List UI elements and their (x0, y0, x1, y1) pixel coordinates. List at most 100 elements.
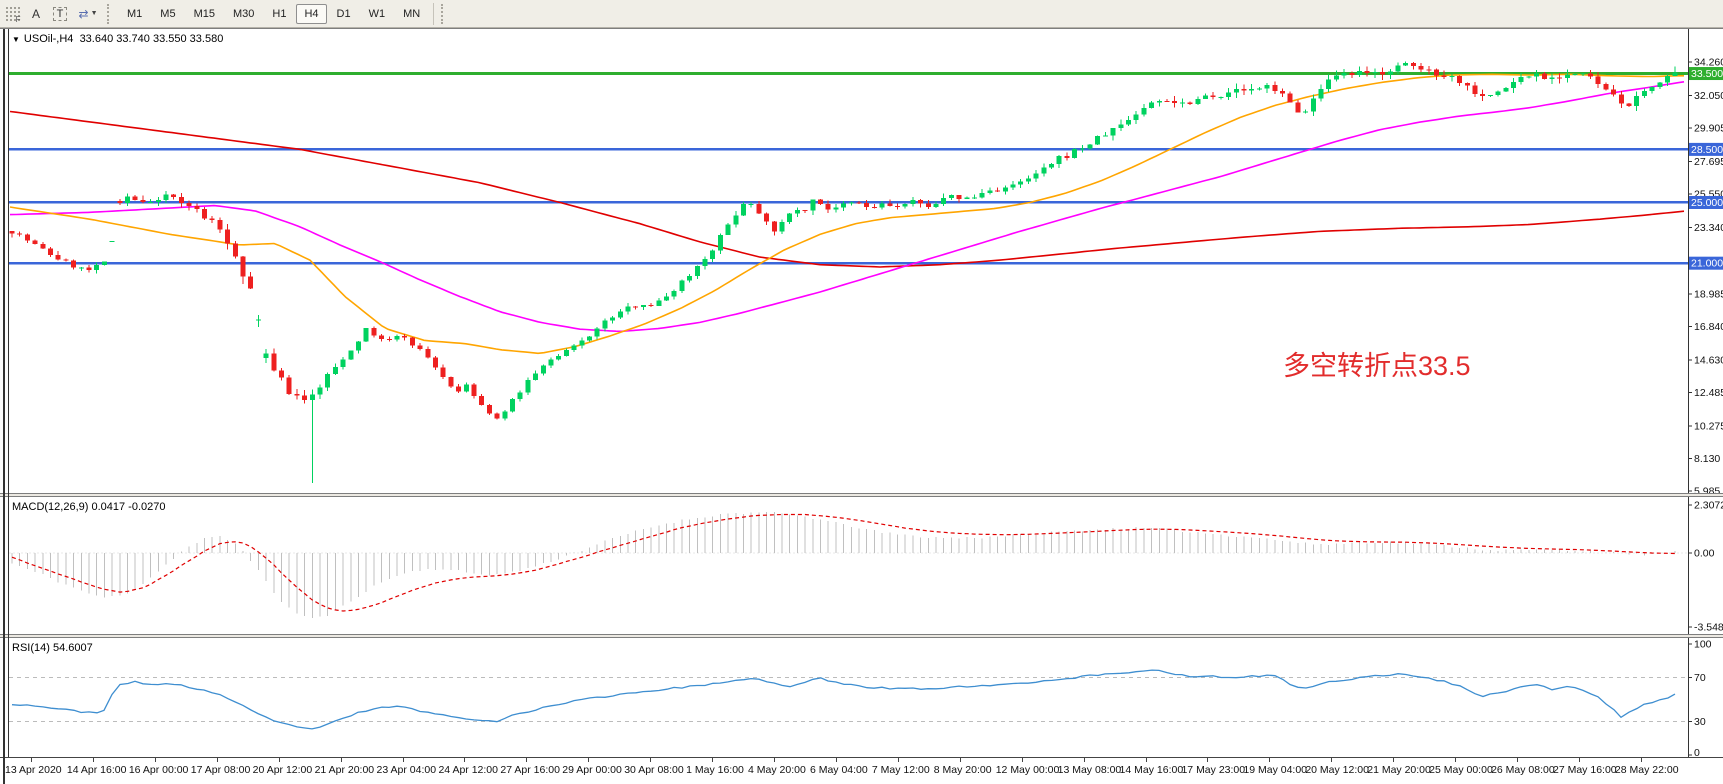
svg-text:18.985: 18.985 (1694, 288, 1723, 300)
time-axis-label: 6 May 04:00 (810, 764, 868, 776)
time-axis-label: 25 May 00:00 (1429, 764, 1493, 776)
time-axis-tick (1331, 758, 1332, 762)
svg-text:16.840: 16.840 (1694, 321, 1723, 333)
time-axis-label: 28 May 22:00 (1615, 764, 1679, 776)
timeframe-button-m15[interactable]: M15 (186, 4, 223, 24)
time-axis-tick (1455, 758, 1456, 762)
timeframe-button-d1[interactable]: D1 (329, 4, 359, 24)
time-axis[interactable]: 13 Apr 202014 Apr 16:0016 Apr 00:0017 Ap… (0, 757, 1723, 784)
time-axis-tick (1269, 758, 1270, 762)
time-axis-label: 13 Apr 2020 (5, 764, 62, 776)
time-axis-tick (712, 758, 713, 762)
timeframe-button-h1[interactable]: H1 (264, 4, 294, 24)
time-axis-label: 17 May 23:00 (1181, 764, 1245, 776)
time-axis-tick (217, 758, 218, 762)
svg-text:0: 0 (1694, 747, 1700, 757)
chart-symbol-header[interactable]: ▼ USOil-,H4 33.640 33.740 33.550 33.580 (12, 33, 223, 45)
svg-text:25.000: 25.000 (1691, 197, 1723, 209)
time-axis-tick (1146, 758, 1147, 762)
time-axis-tick (650, 758, 651, 762)
time-axis-tick (403, 758, 404, 762)
time-axis-label: 24 Apr 12:00 (438, 764, 498, 776)
font-tool-button[interactable]: A (25, 3, 47, 25)
timeframe-button-w1[interactable]: W1 (361, 4, 394, 24)
chevron-down-icon[interactable]: ▼ (91, 10, 98, 17)
rsi-label: RSI(14) 54.6007 (12, 642, 93, 654)
svg-text:23.340: 23.340 (1694, 222, 1723, 234)
time-axis-tick (464, 758, 465, 762)
toolbar: F A T ⇄ ▼ M1M5M15M30H1H4D1W1MN (0, 0, 1723, 28)
svg-text:28.500: 28.500 (1691, 144, 1723, 156)
time-axis-tick (93, 758, 94, 762)
ohlc-values: 33.640 33.740 33.550 33.580 (80, 33, 224, 45)
plot-left-border (8, 29, 9, 757)
timeframe-button-m30[interactable]: M30 (225, 4, 262, 24)
time-axis-tick (1207, 758, 1208, 762)
symbol-period-label: USOil-,H4 (24, 33, 74, 45)
price-chart-panel[interactable]: 34.26032.05029.90527.69525.55023.34018.9… (0, 29, 1723, 493)
time-axis-label: 26 May 08:00 (1491, 764, 1555, 776)
time-axis-label: 21 May 20:00 (1367, 764, 1431, 776)
chevron-down-icon[interactable]: ▼ (12, 35, 20, 44)
time-axis-label: 30 Apr 08:00 (624, 764, 684, 776)
time-axis-tick (155, 758, 156, 762)
time-axis-label: 20 May 12:00 (1305, 764, 1369, 776)
toolbar-top-border (0, 28, 1723, 29)
time-axis-label: 19 May 04:00 (1243, 764, 1307, 776)
toolbar-grip[interactable] (107, 4, 114, 24)
macd-indicator-panel[interactable]: 2.3072 0.00 -3.5484 MACD(12,26,9) 0.0417 -… (0, 497, 1723, 634)
time-axis-tick (588, 758, 589, 762)
svg-text:0.00: 0.00 (1694, 548, 1715, 560)
timeframe-button-h4[interactable]: H4 (296, 4, 326, 24)
time-axis-label: 14 Apr 16:00 (67, 764, 127, 776)
time-axis-label: 1 May 16:00 (686, 764, 744, 776)
svg-text:12.485: 12.485 (1694, 387, 1723, 399)
time-axis-label: 7 May 12:00 (872, 764, 930, 776)
time-axis-label: 8 May 20:00 (934, 764, 992, 776)
time-axis-label: 13 May 08:00 (1058, 764, 1122, 776)
time-axis-label: 21 Apr 20:00 (315, 764, 375, 776)
toolbar-separator (433, 3, 434, 25)
chart-grid-icon[interactable]: F (1, 3, 23, 25)
svg-text:5.985: 5.985 (1694, 485, 1720, 493)
time-axis-label: 27 May 16:00 (1553, 764, 1617, 776)
svg-text:21.000: 21.000 (1691, 258, 1723, 270)
chart-grid-label: F (16, 15, 21, 24)
timeframe-buttons: M1M5M15M30H1H4D1W1MN (118, 4, 429, 24)
font-tool-label: A (32, 7, 40, 21)
time-axis-label: 16 Apr 00:00 (129, 764, 189, 776)
svg-text:100: 100 (1694, 639, 1712, 651)
time-axis-label: 20 Apr 12:00 (253, 764, 313, 776)
svg-text:10.275: 10.275 (1694, 420, 1723, 432)
svg-text:2.3072: 2.3072 (1694, 500, 1723, 512)
svg-text:-3.5484: -3.5484 (1694, 621, 1723, 633)
toolbar-grip-2[interactable] (441, 4, 448, 24)
svg-text:29.905: 29.905 (1694, 123, 1723, 135)
time-axis-tick (341, 758, 342, 762)
time-axis-tick (1579, 758, 1580, 762)
svg-text:34.260: 34.260 (1694, 57, 1723, 69)
svg-text:70: 70 (1694, 672, 1706, 684)
svg-text:32.050: 32.050 (1694, 90, 1723, 102)
timeframe-button-mn[interactable]: MN (395, 4, 428, 24)
macd-label: MACD(12,26,9) 0.0417 -0.0270 (12, 501, 165, 513)
time-axis-tick (1022, 758, 1023, 762)
time-axis-tick (279, 758, 280, 762)
time-axis-tick (836, 758, 837, 762)
text-tool-button[interactable]: T (49, 3, 71, 25)
timeframe-button-m1[interactable]: M1 (119, 4, 150, 24)
time-axis-label: 12 May 00:00 (996, 764, 1060, 776)
time-axis-label: 4 May 20:00 (748, 764, 806, 776)
timeframe-button-m5[interactable]: M5 (152, 4, 183, 24)
time-axis-tick (1084, 758, 1085, 762)
svg-text:27.695: 27.695 (1694, 156, 1723, 168)
chart-annotation-text: 多空转折点33.5 (1283, 344, 1471, 383)
rsi-indicator-panel[interactable]: 10070300 RSI(14) 54.6007 (0, 638, 1723, 757)
svg-text:14.630: 14.630 (1694, 354, 1723, 366)
time-axis-tick (774, 758, 775, 762)
arrange-glyph: ⇄ (79, 7, 89, 21)
window-left-border (3, 29, 5, 784)
time-axis-label: 23 Apr 04:00 (377, 764, 437, 776)
time-axis-tick (1517, 758, 1518, 762)
arrange-icon[interactable]: ⇄ ▼ (73, 3, 103, 25)
